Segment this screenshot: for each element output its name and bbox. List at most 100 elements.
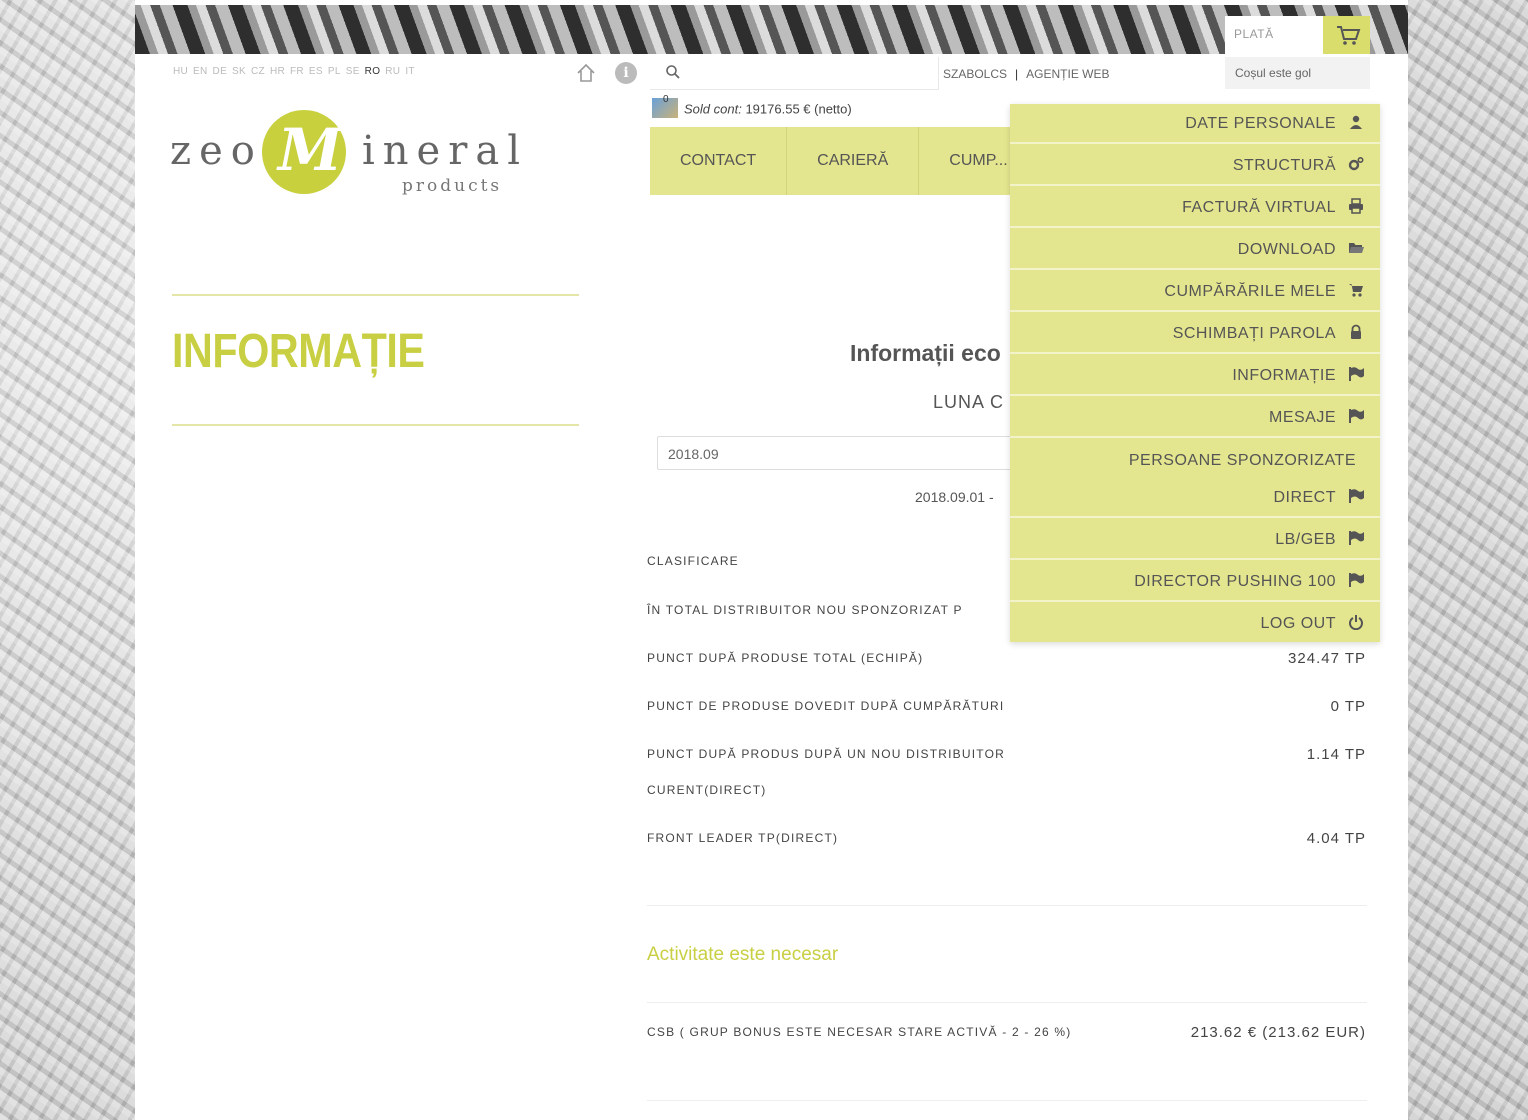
row-label-team-points: PUNCT DUPĂ PRODUSE TOTAL (ECHIPĂ) [647,651,924,665]
language-hr[interactable]: HR [270,66,285,77]
menu-item-label: DOWNLOAD [1237,241,1336,258]
balance-label: Sold cont: [684,101,742,117]
header-banner [135,5,1408,54]
nav-item-contact[interactable]: CONTACT [650,127,788,195]
section-divider [647,905,1367,906]
language-de[interactable]: DE [213,66,228,77]
language-se[interactable]: SE [346,66,360,77]
row-label-purchase-points: PUNCT DE PRODUSE DOVEDIT DUPĂ CUMPĂRĂTUR… [647,699,1005,713]
menu-item-log-out[interactable]: LOG OUT [1010,604,1380,644]
cart-icon [1349,284,1363,297]
row-label-new-distributor-total: ÎN TOTAL DISTRIBUITOR NOU SPONZORIZAT P [647,603,963,617]
user-links: SZABOLCS | AGENȚIE WEB [943,67,1110,81]
language-es[interactable]: ES [309,66,323,77]
row-label-front-leader: FRONT LEADER TP(DIRECT) [647,831,839,845]
activity-title: Activitate este necesar [647,944,839,965]
row-value-team-points: 324.47 TP [1288,650,1366,667]
info-icon[interactable]: i [615,62,637,84]
cart-icon [1337,26,1361,45]
user-dropdown-menu: DATE PERSONALE STRUCTURĂ FACTURĂ VIRTUAL… [1010,104,1380,642]
menu-item-direct[interactable]: DIRECT [1010,478,1380,518]
row-value-new-distributor-points: 1.14 TP [1306,746,1366,763]
cart-status: Coșul este gol [1225,57,1370,89]
menu-item-cumpararile-mele[interactable]: CUMPĂRĂRILE MELE [1010,272,1380,312]
menu-item-download[interactable]: DOWNLOAD [1010,230,1380,270]
nav-item-cariera[interactable]: CARIERĂ [787,127,920,195]
language-fr[interactable]: FR [290,66,304,77]
sidebar-divider-bottom [172,424,579,426]
menu-item-lb-geb[interactable]: LB/GEB [1010,520,1380,560]
language-cz[interactable]: CZ [251,66,265,77]
menu-item-label: INFORMAȚIE [1232,367,1336,384]
logo-letter: M [278,116,343,184]
gears-icon [1348,156,1364,171]
main-nav: CONTACT CARIERĂ CUMP... [650,127,1050,195]
flag-icon [1349,367,1364,381]
month-label: LUNA C [933,392,1005,412]
menu-item-director-pushing[interactable]: DIRECTOR PUSHING 100 [1010,562,1380,602]
date-range: 2018.09.01 - [915,489,994,505]
logo-text-ineral: ineral [362,128,528,174]
search-input[interactable] [650,57,939,90]
menu-item-label: DATE PERSONALE [1185,115,1336,132]
user-icon [1350,115,1362,129]
language-ru[interactable]: RU [385,66,400,77]
row-label-new-distributor-points: PUNCT DUPĂ PRODUS DUPĂ UN NOU DISTRIBUIT… [647,747,1005,761]
menu-item-schimbati-parola[interactable]: SCHIMBAȚI PAROLA [1010,314,1380,354]
menu-item-label: MESAJE [1268,409,1336,426]
language-selector: HU EN DE SK CZ HR FR ES PL SE RO RU IT [173,66,420,77]
menu-item-label: CUMPĂRĂRILE MELE [1164,283,1336,300]
menu-item-label: DIRECTOR PUSHING 100 [1134,573,1336,590]
power-icon [1349,615,1363,630]
search-icon[interactable] [665,64,681,80]
print-icon [1349,198,1363,214]
user-name-link[interactable]: SZABOLCS [943,67,1007,81]
language-hu[interactable]: HU [173,66,188,77]
language-sk[interactable]: SK [232,66,246,77]
logo-subtitle: products [402,176,503,196]
logo-text-zeo: zeo [170,128,263,174]
logo-circle: M [262,110,346,194]
bottom-divider [647,1100,1367,1101]
home-icon[interactable] [575,62,597,84]
flag-icon [1349,489,1364,503]
page-title: INFORMAȚIE [172,325,425,378]
row-value-front-leader: 4.04 TP [1306,830,1366,847]
menu-item-label: SCHIMBAȚI PAROLA [1172,325,1336,342]
row-value-purchase-points: 0 TP [1330,698,1366,715]
logo[interactable]: zeo M ineral products [170,110,520,205]
account-balance: 0 Sold cont: 19176.55 € (netto) [652,94,852,120]
flag-icon [1349,531,1364,545]
language-ro[interactable]: RO [365,66,381,77]
flag-icon [1349,409,1364,423]
row-label-clasificare: CLASIFICARE [647,554,739,568]
language-pl[interactable]: PL [328,66,341,77]
user-links-separator: | [1015,67,1019,81]
month-select[interactable]: 2018.09 [657,436,1017,470]
menu-item-mesaje[interactable]: MESAJE [1010,398,1380,438]
menu-item-label: FACTURĂ VIRTUAL [1182,199,1336,216]
row-label-csb: CSB ( GRUP BONUS ESTE NECESAR STARE ACTI… [647,1025,1072,1039]
menu-item-label: LOG OUT [1260,615,1336,632]
balance-count: 0 [663,94,669,105]
menu-item-structura[interactable]: STRUCTURĂ [1010,146,1380,186]
cart-label[interactable]: PLATĂ [1234,27,1274,41]
menu-item-label: DIRECT [1273,489,1336,506]
menu-section-persoane-sponzorizate: PERSOANE SPONZORIZATE [1128,452,1356,469]
activity-divider [647,1002,1367,1003]
lock-icon [1351,324,1361,339]
menu-item-label: STRUCTURĂ [1232,157,1336,174]
balance-badge-icon: 0 [652,94,678,118]
agency-link[interactable]: AGENȚIE WEB [1026,67,1109,81]
cart-button[interactable] [1323,16,1370,54]
folder-icon [1349,243,1364,253]
sidebar-divider-top [172,294,579,296]
flag-icon [1349,573,1364,587]
language-it[interactable]: IT [405,66,415,77]
menu-item-factura-virtual[interactable]: FACTURĂ VIRTUAL [1010,188,1380,228]
row-label-new-distributor-points-cont: CURENT(DIRECT) [647,783,767,797]
main-title: Informații eco [850,340,1001,366]
menu-item-date-personale[interactable]: DATE PERSONALE [1010,104,1380,144]
language-en[interactable]: EN [193,66,208,77]
menu-item-informatie[interactable]: INFORMAȚIE [1010,356,1380,396]
